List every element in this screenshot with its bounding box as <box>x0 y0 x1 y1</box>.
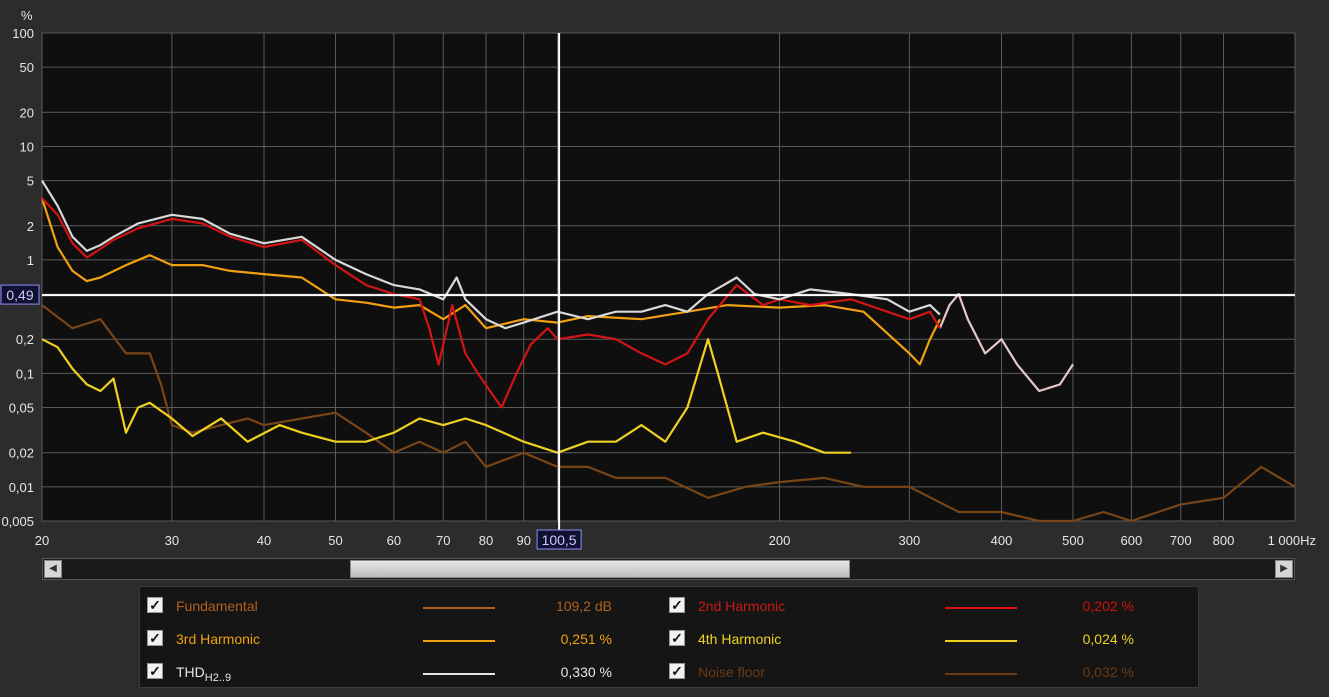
x-tick-label: 400 <box>991 533 1013 548</box>
y-tick-label: 10 <box>20 139 34 154</box>
x-tick-label: 30 <box>165 533 179 548</box>
legend-item-noise-floor: ✓ Noise floor 0,032 % <box>140 658 1198 692</box>
x-tick-label: 700 <box>1170 533 1192 548</box>
legend-item-4th-harmonic: ✓ 4th Harmonic 0,024 % <box>140 625 1198 659</box>
legend-value: 0,024 % <box>1082 631 1134 647</box>
y-tick-label: 100 <box>12 26 34 41</box>
y-tick-label: 0,1 <box>16 366 34 381</box>
y-tick-label: 5 <box>27 174 34 189</box>
cursor-y-readout: 0,49 <box>6 287 33 303</box>
x-tick-label: 60 <box>387 533 401 548</box>
legend-label: Noise floor <box>698 664 765 680</box>
distortion-chart[interactable]: 100,5 0,49 20 30 40 50 60 70 80 90 200 300 400 500 60… <box>0 0 1329 560</box>
y-tick-label: 0,02 <box>9 446 34 461</box>
y-tick-label: 20 <box>20 105 34 120</box>
horizontal-scrollbar[interactable]: ◀ ▶ <box>42 558 1295 580</box>
scroll-thumb[interactable] <box>350 560 850 578</box>
x-tick-label: 80 <box>479 533 493 548</box>
scroll-right-arrow-icon[interactable]: ▶ <box>1275 560 1293 578</box>
y-tick-label: 0,05 <box>9 401 34 416</box>
x-tick-label: 1 000Hz <box>1268 533 1316 548</box>
legend-checkbox[interactable]: ✓ <box>669 630 685 646</box>
x-tick-label: 200 <box>769 533 791 548</box>
legend-checkbox[interactable]: ✓ <box>669 597 685 613</box>
x-tick-label: 500 <box>1062 533 1084 548</box>
legend-panel: ✓ Fundamental 109,2 dB ✓ 2nd Harmonic 0,202 %… <box>139 586 1199 688</box>
x-tick-label: 70 <box>436 533 450 548</box>
y-tick-label: 50 <box>20 60 34 75</box>
x-tick-label: 50 <box>328 533 342 548</box>
legend-label: 4th Harmonic <box>698 631 782 647</box>
y-tick-label: 0,005 <box>1 514 34 529</box>
x-tick-label: 800 <box>1213 533 1235 548</box>
y-tick-label: 0,2 <box>16 332 34 347</box>
y-tick-label: 2 <box>27 219 34 234</box>
legend-item-2nd-harmonic: ✓ 2nd Harmonic 0,202 % <box>140 592 1198 626</box>
y-tick-label: 1 <box>27 253 34 268</box>
y-unit-label: % <box>21 8 33 23</box>
legend-line-swatch <box>945 607 1017 609</box>
legend-line-swatch <box>945 673 1017 675</box>
scroll-left-arrow-icon[interactable]: ◀ <box>44 560 62 578</box>
legend-label: 2nd Harmonic <box>698 598 786 614</box>
x-tick-label: 600 <box>1121 533 1143 548</box>
plot-area[interactable] <box>41 32 1296 522</box>
x-tick-label: 300 <box>899 533 921 548</box>
legend-value: 0,032 % <box>1082 664 1134 680</box>
cursor-x-readout: 100,5 <box>542 532 577 548</box>
legend-line-swatch <box>945 640 1017 642</box>
x-tick-label: 90 <box>517 533 531 548</box>
legend-value: 0,202 % <box>1082 598 1134 614</box>
x-tick-label: 20 <box>35 533 49 548</box>
x-tick-label: 40 <box>257 533 271 548</box>
y-tick-label: 0,01 <box>9 480 34 495</box>
legend-checkbox[interactable]: ✓ <box>669 663 685 679</box>
